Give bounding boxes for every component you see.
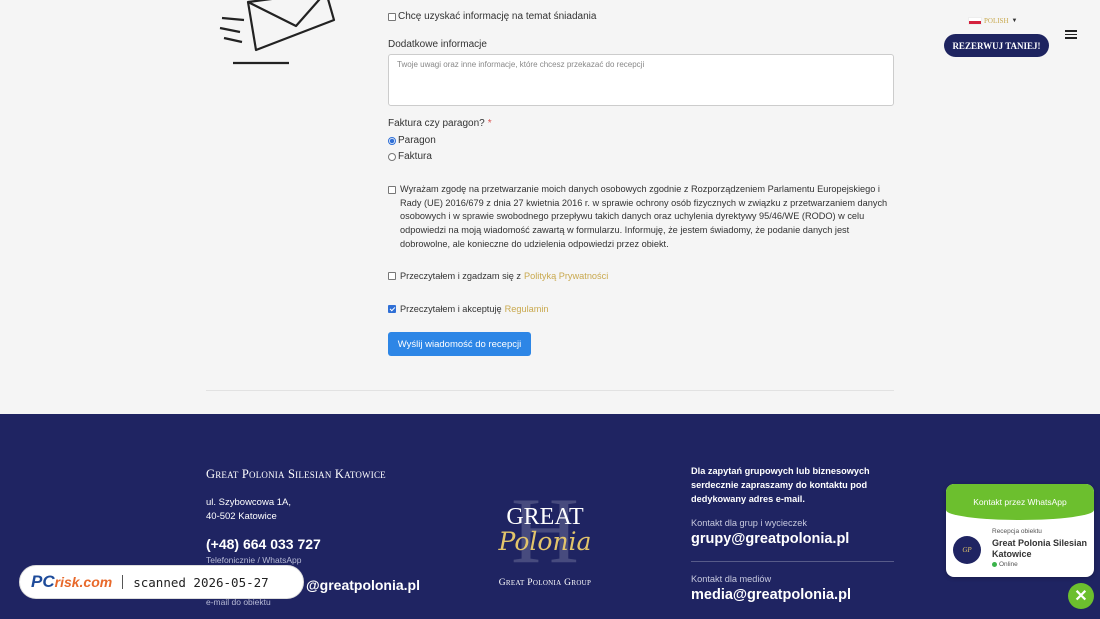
footer-contact-column: Great Polonia Silesian Katowice ul. Szyb… [206,467,386,565]
caret-down-icon: ▼ [1011,18,1018,24]
privacy-checkbox[interactable] [388,272,396,280]
logo-group-text: Great Polonia Group [498,578,592,588]
gdpr-consent-row[interactable]: Wyrażam zgodę na przetwarzanie moich dan… [388,183,894,252]
scan-date: scanned 2026-05-27 [133,574,269,590]
language-label: POLISH [984,17,1009,25]
online-dot-icon [992,562,997,567]
invoice-option[interactable]: Faktura [388,151,432,162]
receipt-radio[interactable] [388,136,396,145]
terms-row[interactable]: Przeczytałem i akceptuję Regulamin [388,304,549,314]
whatsapp-caption: Recepcja obiektu [992,528,1042,535]
address-line-2: 40-502 Katowice [206,511,277,522]
avatar: GP [953,536,981,564]
pcrisk-logo: PC risk.com [31,572,112,592]
receipt-option[interactable]: Paragon [388,135,436,146]
phone-caption: Telefonicznie / WhatsApp [206,555,302,565]
gdpr-consent-text: Wyrażam zgodę na przetwarzanie moich dan… [400,184,888,249]
invoice-radio[interactable] [388,152,396,161]
footer-business-column: Dla zapytań grupowych lub biznesowych se… [691,464,894,603]
great-polonia-logo: H GREAT Polonia Great Polonia Group [480,484,610,596]
envelope-icon [219,0,336,65]
hotel-name: Great Polonia Silesian Katowice [206,467,386,481]
online-status: Online [992,561,1018,568]
breakfast-checkbox[interactable] [388,12,396,21]
watermark-separator [122,575,124,589]
required-mark: * [487,118,492,129]
invoice-question-text: Faktura czy paragon? [388,118,485,129]
whatsapp-close-button[interactable]: ✕ [1068,583,1094,609]
privacy-prefix: Przeczytałem i zgadzam się z [400,271,522,281]
group-intro: Dla zapytań grupowych lub biznesowych se… [691,466,870,504]
divider [206,390,894,391]
receipt-label: Paragon [398,135,436,146]
book-cheaper-button[interactable]: REZERWUJ TANIEJ! [944,34,1049,57]
pcrisk-logo-pc: PC [31,572,55,591]
hotel-email[interactable]: @greatpolonia.pl [306,577,420,593]
terms-checkbox[interactable] [388,305,396,313]
whatsapp-header: Kontakt przez WhatsApp [946,484,1094,520]
address: ul. Szybowcowa 1A, 40-502 Katowice [206,496,386,524]
groups-email[interactable]: grupy@greatpolonia.pl [691,531,894,547]
gdpr-consent-checkbox[interactable] [388,186,396,194]
media-label: Kontakt dla mediów [691,574,772,584]
whatsapp-contact[interactable]: GP Recepcja obiektu Great Polonia Silesi… [946,520,1094,577]
pcrisk-logo-risk: risk.com [54,574,113,590]
privacy-row[interactable]: Przeczytałem i zgadzam się z Polityką Pr… [388,271,608,281]
scan-watermark: PC risk.com scanned 2026-05-27 [19,565,304,599]
whatsapp-contact-name: Great Polonia Silesian Katowice [992,538,1088,559]
terms-prefix: Przeczytałem i akceptuję [400,304,502,314]
address-line-1: ul. Szybowcowa 1A, [206,497,292,508]
breakfast-row[interactable]: Chcę uzyskać informację na temat śniadan… [388,11,596,22]
media-email[interactable]: media@greatpolonia.pl [691,587,894,603]
extra-info-textarea[interactable]: Twoje uwagi oraz inne informacje, które … [388,54,894,106]
logo-polonia-text: Polonia [498,527,592,556]
whatsapp-widget[interactable]: Kontakt przez WhatsApp GP Recepcja obiek… [946,484,1094,577]
language-selector[interactable]: POLISH ▼ [968,17,1017,25]
poland-flag-icon [968,17,982,25]
invoice-label: Faktura [398,151,432,162]
privacy-policy-link[interactable]: Polityką Prywatności [524,271,608,281]
groups-label: Kontakt dla grup i wycieczek [691,518,807,528]
send-message-button[interactable]: Wyślij wiadomość do recepcji [388,332,531,356]
hamburger-menu-icon[interactable] [1065,30,1077,39]
extra-info-label: Dodatkowe informacje [388,39,487,50]
phone-number[interactable]: (+48) 664 033 727 [206,536,386,552]
breakfast-label: Chcę uzyskać informację na temat śniadan… [398,11,597,22]
online-status-text: Online [999,561,1018,568]
terms-link[interactable]: Regulamin [505,304,549,314]
footer-separator [691,561,894,562]
invoice-question: Faktura czy paragon? * [388,118,492,129]
